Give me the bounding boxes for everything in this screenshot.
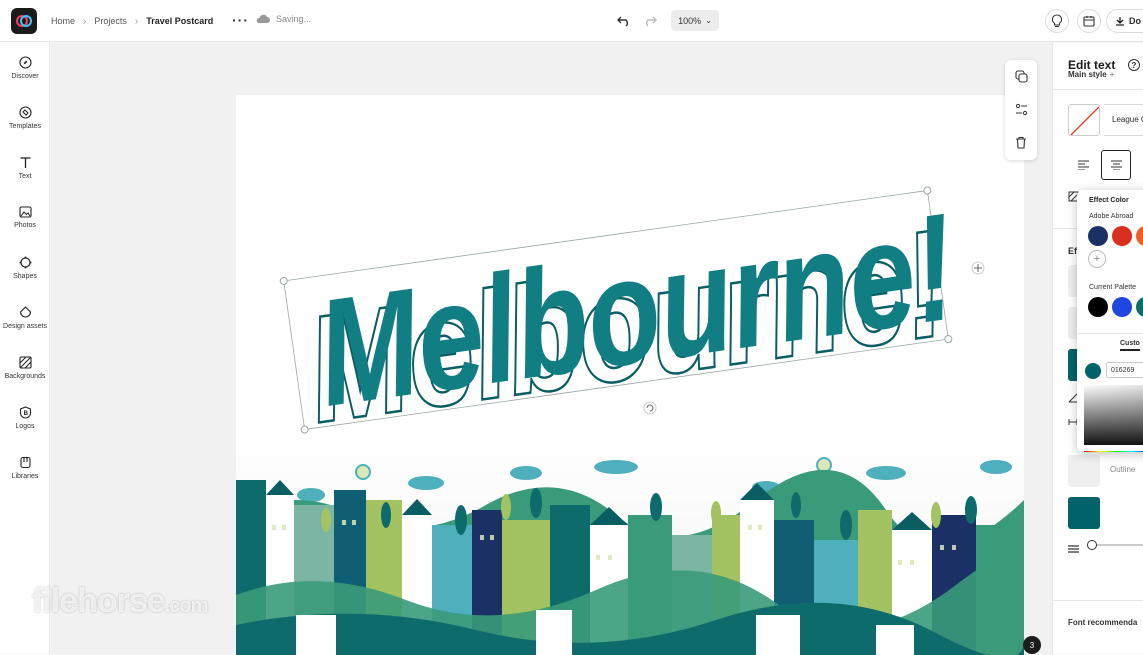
align-left-icon[interactable] bbox=[1068, 150, 1098, 180]
arrange-icon[interactable] bbox=[1005, 93, 1037, 126]
rail-shapes[interactable]: Shapes bbox=[0, 256, 50, 296]
rail-label: Discover bbox=[11, 73, 39, 80]
download-button[interactable]: Do bbox=[1106, 9, 1143, 33]
zoom-dropdown[interactable]: 100% ⌄ bbox=[671, 10, 719, 31]
canvas-area: Melbourne! Melbourne! 3 bbox=[51, 43, 1052, 655]
align-center-icon[interactable] bbox=[1101, 150, 1131, 180]
redo-icon[interactable] bbox=[640, 11, 660, 31]
tab-custom[interactable]: Custo bbox=[1120, 340, 1140, 351]
panel-subtitle[interactable]: Main style + bbox=[1068, 70, 1114, 79]
hex-color-input[interactable] bbox=[1106, 362, 1143, 378]
font-recommendations-label: Font recommenda bbox=[1068, 618, 1138, 627]
shapes-icon bbox=[19, 256, 31, 269]
backgrounds-icon bbox=[18, 356, 32, 369]
photos-icon bbox=[18, 206, 32, 218]
divider bbox=[1053, 600, 1143, 601]
chevron-right-icon: › bbox=[134, 15, 139, 27]
color-swatch[interactable] bbox=[1112, 226, 1132, 246]
rail-logos[interactable]: B Logos bbox=[0, 406, 50, 446]
add-color-icon[interactable]: + bbox=[1088, 250, 1106, 268]
svg-text:B: B bbox=[23, 411, 28, 417]
color-swatch[interactable] bbox=[1112, 297, 1132, 317]
postcard-illustration: Melbourne! Melbourne! bbox=[236, 181, 1024, 655]
trash-icon[interactable] bbox=[1005, 126, 1037, 159]
rail-text[interactable]: Text bbox=[0, 156, 50, 196]
saving-text: Saving... bbox=[276, 14, 312, 24]
rotate-handle-icon[interactable] bbox=[643, 401, 657, 415]
rail-design-assets[interactable]: Design assets bbox=[0, 306, 50, 346]
slider-handle[interactable] bbox=[1087, 540, 1097, 550]
rail-label: Templates bbox=[9, 123, 41, 130]
design-assets-icon bbox=[19, 306, 31, 318]
rail-label: Shapes bbox=[13, 273, 37, 280]
rail-label: Design assets bbox=[3, 323, 47, 330]
stroke-width-slider[interactable] bbox=[1087, 540, 1143, 550]
left-rail: Discover Templates Text Photos Shapes De… bbox=[0, 42, 50, 654]
hue-slider[interactable] bbox=[1084, 451, 1143, 452]
cloud-sync-icon bbox=[256, 14, 270, 23]
rail-templates[interactable]: Templates bbox=[0, 106, 50, 146]
saving-status: Saving... bbox=[256, 14, 311, 24]
compass-icon bbox=[18, 56, 32, 69]
color-swatch[interactable] bbox=[1136, 297, 1143, 317]
undo-icon[interactable] bbox=[614, 11, 634, 31]
rail-photos[interactable]: Photos bbox=[0, 206, 50, 246]
templates-icon bbox=[18, 106, 32, 119]
artboard-toolbar bbox=[1005, 60, 1037, 160]
breadcrumb-projects[interactable]: Projects bbox=[94, 16, 127, 26]
color-picker-area[interactable] bbox=[1084, 385, 1143, 445]
lightbulb-icon[interactable] bbox=[1045, 9, 1069, 33]
palette-name-current: Current Palette bbox=[1089, 284, 1137, 291]
divider bbox=[1077, 333, 1143, 334]
rail-backgrounds[interactable]: Backgrounds bbox=[0, 356, 50, 396]
download-icon bbox=[1116, 17, 1124, 26]
divider bbox=[1053, 89, 1143, 90]
duplicate-icon[interactable] bbox=[1005, 60, 1037, 93]
calendar-icon[interactable] bbox=[1077, 9, 1101, 33]
move-handle-icon[interactable] bbox=[971, 261, 985, 275]
rail-discover[interactable]: Discover bbox=[0, 56, 50, 96]
color-swatch[interactable] bbox=[1088, 297, 1108, 317]
current-color-dot bbox=[1085, 363, 1101, 379]
palette-name-adobe-abroad: Adobe Abroad bbox=[1089, 213, 1134, 220]
effect-color-popover: Effect Color Adobe Abroad + Current Pale… bbox=[1077, 190, 1143, 452]
watermark-suffix: .com bbox=[164, 595, 209, 617]
breadcrumb-project-title[interactable]: Travel Postcard bbox=[146, 16, 213, 26]
breadcrumb-home[interactable]: Home bbox=[51, 16, 75, 26]
headline-group[interactable]: Melbourne! Melbourne! bbox=[279, 181, 967, 457]
chevron-right-icon: › bbox=[83, 15, 87, 27]
rail-label: Text bbox=[18, 173, 32, 180]
outline-label: Outline bbox=[1110, 465, 1136, 474]
download-label: Do bbox=[1129, 16, 1141, 26]
chevron-down-icon: ⌄ bbox=[705, 16, 712, 25]
text-icon bbox=[20, 157, 30, 168]
logos-icon: B bbox=[19, 406, 31, 419]
stroke-width-icon bbox=[1068, 540, 1079, 558]
rail-label: Backgrounds bbox=[4, 373, 46, 380]
effects-section-label: Ef bbox=[1068, 246, 1077, 256]
outline-color-swatch[interactable] bbox=[1068, 497, 1100, 529]
page-count-badge[interactable]: 3 bbox=[1023, 636, 1041, 654]
outline-button[interactable] bbox=[1068, 455, 1100, 487]
rail-libraries[interactable]: Libraries bbox=[0, 456, 50, 496]
libraries-icon bbox=[19, 456, 31, 469]
rail-label: Photos bbox=[14, 222, 36, 229]
artboard[interactable]: Melbourne! Melbourne! bbox=[236, 95, 1024, 655]
rail-label: Logos bbox=[15, 423, 35, 430]
watermark-logo: filehorse.com bbox=[32, 582, 209, 621]
watermark-text: filehorse bbox=[32, 582, 166, 620]
popover-title: Effect Color bbox=[1089, 197, 1129, 204]
color-swatch[interactable] bbox=[1136, 226, 1143, 246]
font-family-select[interactable]: League G bbox=[1104, 104, 1143, 136]
more-options-icon[interactable]: ··· bbox=[232, 12, 249, 28]
top-bar: Home › Projects › Travel Postcard ··· Sa… bbox=[0, 0, 1143, 42]
rail-label: Libraries bbox=[11, 473, 39, 480]
help-icon[interactable]: ? bbox=[1128, 59, 1140, 71]
zoom-value: 100% bbox=[678, 15, 702, 26]
text-color-swatch[interactable] bbox=[1068, 104, 1100, 136]
app-logo[interactable] bbox=[11, 8, 37, 34]
color-swatch[interactable] bbox=[1088, 226, 1108, 246]
plus-icon: + bbox=[1109, 70, 1115, 79]
breadcrumb: Home › Projects › Travel Postcard bbox=[51, 0, 213, 42]
